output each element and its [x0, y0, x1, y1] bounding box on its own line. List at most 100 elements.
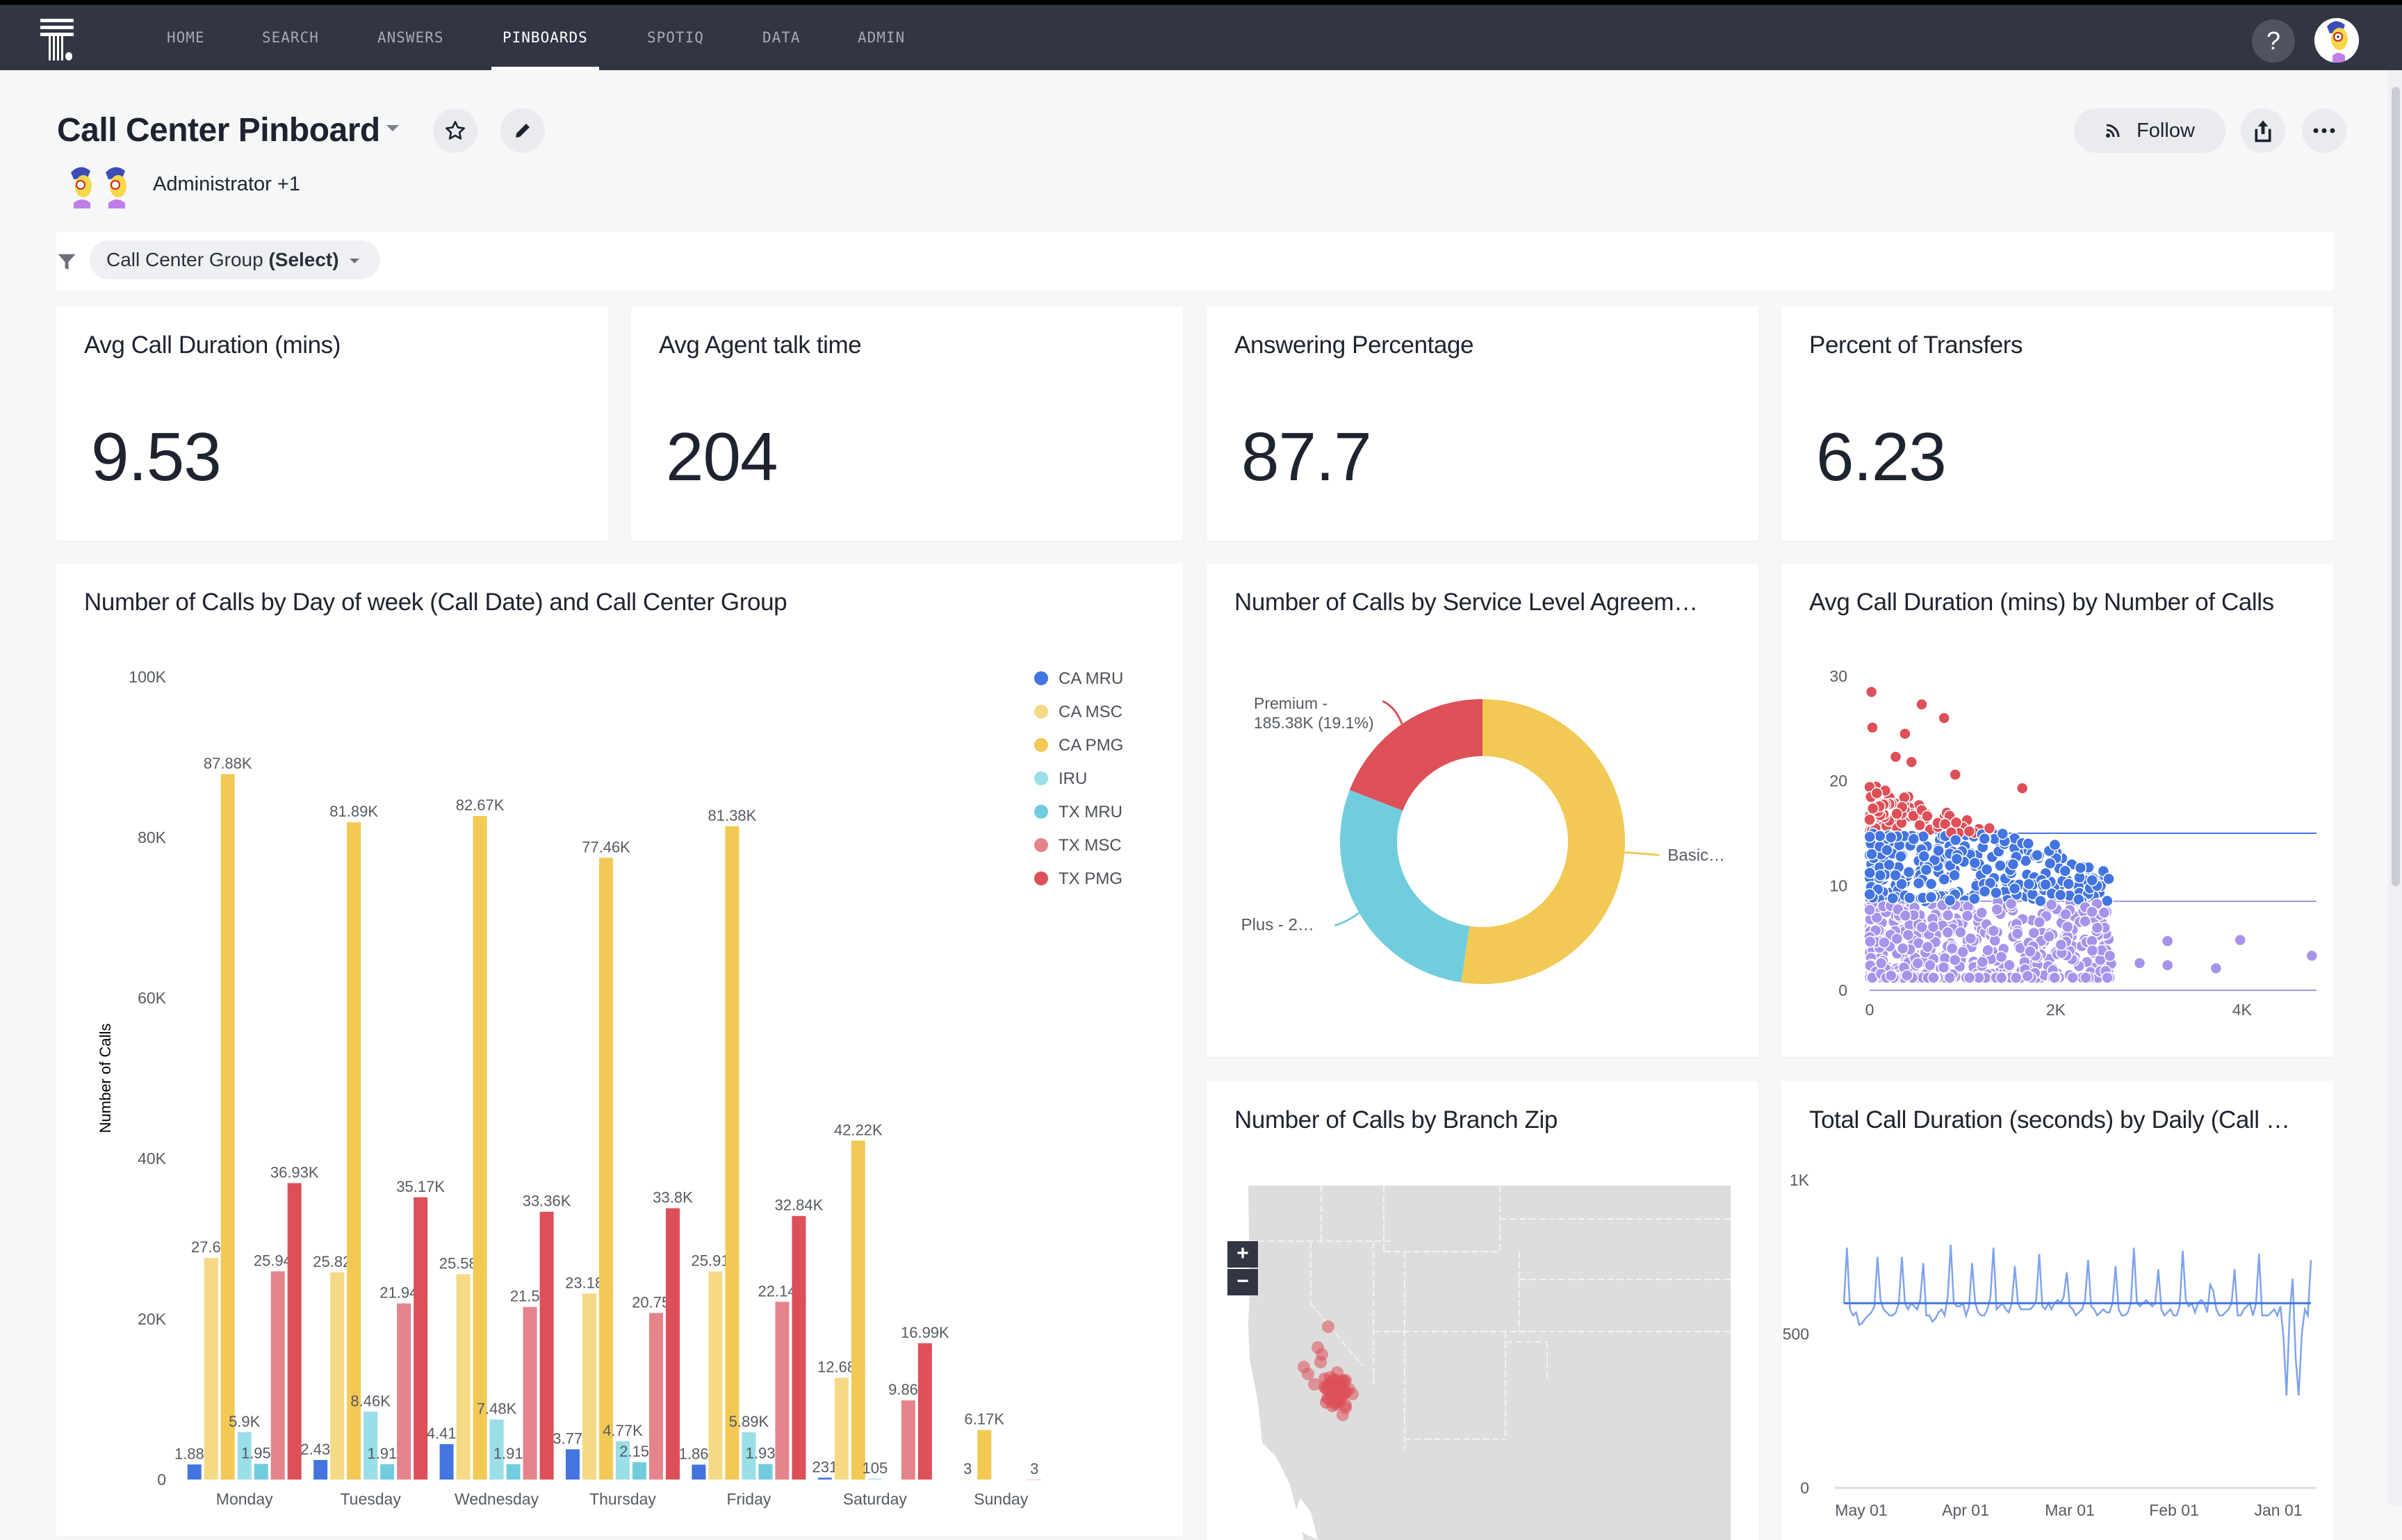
legend-label[interactable]: TX MRU	[1059, 803, 1122, 821]
bar-tx-pmg[interactable]	[414, 1197, 428, 1480]
scatter-point[interactable]	[2021, 969, 2034, 983]
bar-tx-msc[interactable]	[523, 1306, 537, 1480]
scatter-point[interactable]	[1885, 969, 1897, 982]
bar-ca-pmg[interactable]	[599, 858, 613, 1480]
scatter-point[interactable]	[2010, 972, 2023, 984]
map-card[interactable]: Number of Calls by Branch Zip + −	[1207, 1081, 1758, 1540]
scatter-point[interactable]	[1964, 932, 1977, 945]
bar-tx-mru[interactable]	[758, 1464, 773, 1480]
scatter-point[interactable]	[1995, 972, 2008, 984]
scatter-point[interactable]	[2061, 920, 2074, 933]
scatter-point[interactable]	[1912, 877, 1925, 890]
scatter-point[interactable]	[1865, 685, 1878, 698]
user-avatar[interactable]	[2314, 18, 2359, 63]
scatter-point[interactable]	[1961, 910, 1974, 922]
donut-chart-card[interactable]: Number of Calls by Service Level Agreem……	[1207, 564, 1758, 1057]
map-zoom-in-button[interactable]: +	[1227, 1241, 1258, 1268]
scatter-point[interactable]	[1895, 850, 1907, 863]
scatter-point[interactable]	[1863, 903, 1876, 917]
scatter-point[interactable]	[1932, 844, 1945, 857]
bar-tx-msc[interactable]	[901, 1400, 915, 1480]
scatter-point[interactable]	[1996, 827, 2009, 840]
scatter-point[interactable]	[1921, 810, 1934, 823]
scatter-point[interactable]	[2023, 878, 2035, 890]
scatter-point[interactable]	[2024, 945, 2036, 958]
legend-label[interactable]: TX PMG	[1059, 869, 1122, 888]
scatter-point[interactable]	[1866, 721, 1879, 734]
scatter-point[interactable]	[1903, 892, 1916, 904]
title-dropdown-caret-icon[interactable]	[386, 125, 399, 131]
filter-chip-call-center-group[interactable]: Call Center Group (Select)	[90, 240, 381, 279]
scatter-point[interactable]	[2048, 838, 2061, 851]
scatter-point[interactable]	[2101, 972, 2114, 984]
kpi-card-percent-of-transfers[interactable]: Percent of Transfers 6.23	[1781, 306, 2333, 541]
scatter-point[interactable]	[2234, 933, 2246, 947]
filter-icon[interactable]	[56, 252, 77, 272]
legend-label[interactable]: CA MSC	[1059, 703, 1122, 721]
scatter-point[interactable]	[2033, 916, 2046, 928]
bar-ca-msc[interactable]	[456, 1274, 471, 1480]
scatter-point[interactable]	[1938, 873, 1951, 886]
bar-ca-msc[interactable]	[204, 1258, 218, 1480]
scatter-point[interactable]	[1889, 869, 1902, 882]
scatter-point[interactable]	[1864, 935, 1877, 948]
scatter-point[interactable]	[1927, 921, 1940, 933]
scatter-point[interactable]	[2039, 878, 2052, 891]
bar-ca-pmg[interactable]	[220, 773, 235, 1480]
bar-tx-mru[interactable]	[506, 1464, 521, 1480]
scatter-point[interactable]	[1987, 924, 2000, 937]
scatter-point[interactable]	[1925, 878, 1938, 890]
scatter-point[interactable]	[1938, 712, 1950, 725]
bar-ca-mru[interactable]	[817, 1477, 832, 1480]
scatter-point[interactable]	[1899, 728, 1911, 740]
scatter-point[interactable]	[1941, 909, 1954, 921]
scatter-point[interactable]	[1924, 959, 1936, 972]
scatter-point[interactable]	[2091, 921, 2104, 934]
scatter-point[interactable]	[2161, 935, 2174, 947]
nav-item-pinboards[interactable]: PINBOARDS	[491, 5, 599, 70]
scatter-point[interactable]	[2086, 944, 2099, 957]
legend-label[interactable]: CA MRU	[1059, 669, 1123, 688]
scatter-point[interactable]	[1907, 833, 1920, 846]
bar-tx-msc[interactable]	[397, 1303, 411, 1480]
scatter-point[interactable]	[1921, 940, 1934, 953]
scatter-point[interactable]	[1890, 933, 1904, 945]
scatter-point[interactable]	[2305, 949, 2319, 962]
scatter-point[interactable]	[2209, 962, 2223, 975]
scatter-point[interactable]	[1889, 751, 1902, 763]
bar-ca-mru[interactable]	[313, 1459, 328, 1480]
edit-button[interactable]	[500, 108, 545, 153]
scatter-point[interactable]	[2059, 865, 2072, 877]
author-names[interactable]: Administrator +1	[153, 173, 300, 196]
legend-label[interactable]: IRU	[1059, 769, 1087, 788]
map-point[interactable]	[1326, 1400, 1339, 1412]
scatter-point[interactable]	[1874, 830, 1886, 842]
bar-tx-msc[interactable]	[649, 1313, 663, 1480]
scatter-point[interactable]	[1949, 953, 1961, 967]
scatter-point[interactable]	[1927, 972, 1940, 984]
scatter-point[interactable]	[2086, 874, 2098, 887]
scatter-point[interactable]	[2079, 915, 2091, 928]
scatter-point[interactable]	[1963, 972, 1976, 984]
scatter-point[interactable]	[2054, 938, 2068, 951]
nav-item-spotiq[interactable]: SPOTIQ	[647, 5, 704, 70]
bar-ca-msc[interactable]	[582, 1293, 596, 1480]
scatter-point[interactable]	[1994, 859, 2007, 872]
scrollbar-thumb[interactable]	[2392, 87, 2400, 886]
scatter-point[interactable]	[1968, 892, 1981, 906]
scatter-point[interactable]	[1863, 830, 1876, 843]
thoughtspot-logo[interactable]	[40, 19, 81, 63]
scatter-point[interactable]	[1915, 921, 1928, 934]
scatter-point[interactable]	[2011, 927, 2024, 940]
share-button[interactable]	[2241, 108, 2285, 153]
bar-ca-pmg[interactable]	[851, 1140, 865, 1480]
bar-ca-mru[interactable]	[187, 1464, 202, 1480]
scatter-point[interactable]	[1943, 972, 1956, 984]
nav-item-admin[interactable]: ADMIN	[858, 5, 905, 70]
scatter-point[interactable]	[1991, 903, 2004, 916]
bar-tx-mru[interactable]	[254, 1464, 268, 1480]
scatter-point[interactable]	[1918, 850, 1930, 862]
line-series[interactable]	[1843, 1244, 2312, 1396]
scatter-point[interactable]	[1920, 863, 1933, 876]
map-point[interactable]	[1302, 1368, 1314, 1380]
